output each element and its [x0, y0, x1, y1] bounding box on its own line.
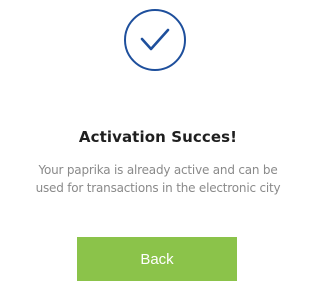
check-circle-icon: [123, 8, 187, 72]
activation-title: Activation Succes!: [78, 128, 238, 146]
back-button[interactable]: Back: [77, 237, 237, 281]
message-line-1: Your paprika is already active and can b…: [38, 163, 278, 177]
message-line-2: used for transactions in the electronic …: [35, 181, 281, 195]
activation-message: Your paprika is already active and can b…: [0, 161, 316, 197]
